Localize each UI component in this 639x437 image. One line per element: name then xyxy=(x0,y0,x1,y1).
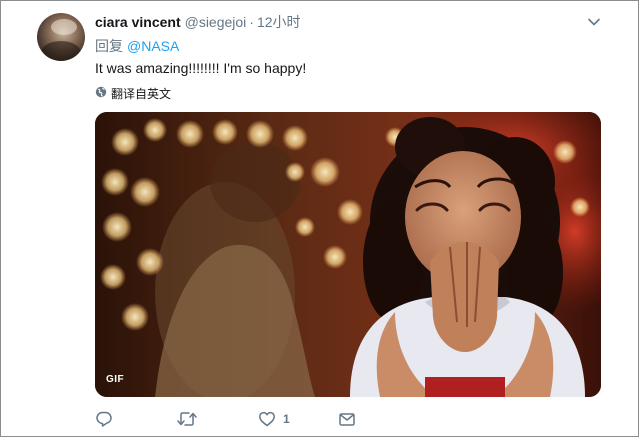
avatar-shadow xyxy=(41,41,81,61)
like-count: 1 xyxy=(283,412,290,426)
translate-link[interactable]: 翻译自英文 xyxy=(95,85,171,102)
separator-dot: · xyxy=(249,14,254,30)
avatar-highlight xyxy=(51,19,77,35)
tweet-card[interactable]: ciara vincent @siegejoi · 12小时 回复 @NASA I… xyxy=(0,0,639,437)
avatar[interactable] xyxy=(37,13,85,61)
tweet-text: It was amazing!!!!!!!! I'm so happy! xyxy=(95,60,307,76)
like-button[interactable]: 1 xyxy=(258,409,290,429)
display-name[interactable]: ciara vincent xyxy=(95,14,181,30)
tweet-header: ciara vincent @siegejoi · 12小时 xyxy=(95,12,301,30)
user-handle[interactable]: @siegejoi xyxy=(185,14,247,30)
retweet-button[interactable] xyxy=(177,409,204,429)
reply-button[interactable] xyxy=(95,409,120,429)
translate-label: 翻译自英文 xyxy=(111,87,172,101)
globe-icon xyxy=(95,86,111,101)
message-icon xyxy=(338,410,356,428)
chevron-down-icon[interactable] xyxy=(587,15,601,29)
reply-prefix: 回复 xyxy=(95,38,123,54)
timestamp[interactable]: 12小时 xyxy=(257,12,301,32)
gif-media[interactable]: GIF xyxy=(95,112,601,397)
reply-context: 回复 @NASA xyxy=(95,36,179,56)
retweet-icon xyxy=(177,410,197,428)
reply-mention-link[interactable]: @NASA xyxy=(127,38,179,54)
gif-badge: GIF xyxy=(106,374,125,385)
gif-preview-image xyxy=(95,112,601,397)
direct-message-button[interactable] xyxy=(338,409,356,429)
heart-icon xyxy=(258,410,276,428)
reply-icon xyxy=(95,410,113,428)
